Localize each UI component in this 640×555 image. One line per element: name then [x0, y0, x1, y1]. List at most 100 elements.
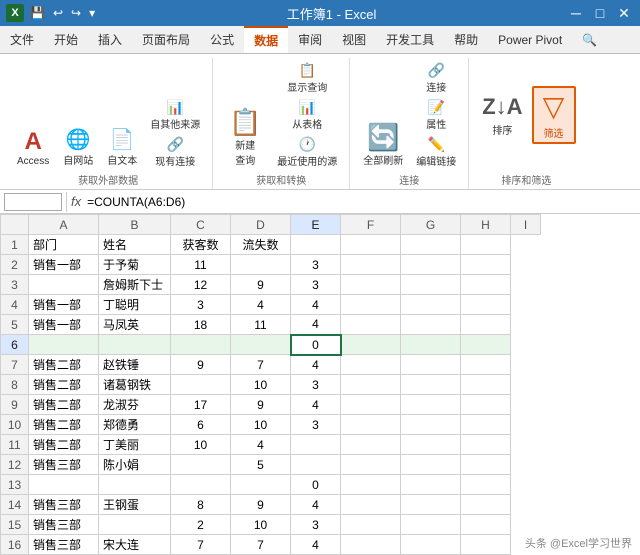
connections-btn[interactable]: 🔗连接	[412, 60, 460, 96]
redo-quick-btn[interactable]: ↪	[69, 5, 83, 21]
cell-B7[interactable]: 赵铁锤	[99, 355, 171, 375]
cell-blank-8-7[interactable]	[461, 375, 511, 395]
cell-blank-15-5[interactable]	[341, 515, 401, 535]
cell-B9[interactable]: 龙淑芬	[99, 395, 171, 415]
cell-blank-10-6[interactable]	[401, 415, 461, 435]
cell-E12[interactable]	[291, 455, 341, 475]
cell-blank-16-5[interactable]	[341, 535, 401, 555]
cell-B5[interactable]: 马凤英	[99, 315, 171, 335]
cell-C16[interactable]: 7	[171, 535, 231, 555]
cell-C7[interactable]: 9	[171, 355, 231, 375]
col-header-G[interactable]: G	[401, 215, 461, 235]
cell-B10[interactable]: 郑德勇	[99, 415, 171, 435]
ribbon-tab-视图[interactable]: 视图	[332, 26, 376, 53]
cell-E7[interactable]: 4	[291, 355, 341, 375]
col-header-E[interactable]: E	[291, 215, 341, 235]
spreadsheet[interactable]: ABCDEFGHI1部门姓名获客数流失数2销售一部于予菊1133詹姆斯下士129…	[0, 214, 541, 555]
save-quick-btn[interactable]: 💾	[28, 5, 47, 21]
cell-C6[interactable]	[171, 335, 231, 355]
col-header-F[interactable]: F	[341, 215, 401, 235]
cell-E2[interactable]: 3	[291, 255, 341, 275]
access-btn[interactable]: A Access	[12, 127, 54, 170]
cell-blank-3-7[interactable]	[461, 275, 511, 295]
cell-blank-5-6[interactable]	[401, 315, 461, 335]
cell-A9[interactable]: 销售二部	[29, 395, 99, 415]
undo-quick-btn[interactable]: ↩	[51, 5, 65, 21]
cell-D3[interactable]: 9	[231, 275, 291, 295]
cell-blank-9-7[interactable]	[461, 395, 511, 415]
ribbon-tab-帮助[interactable]: 帮助	[444, 26, 488, 53]
cell-D4[interactable]: 4	[231, 295, 291, 315]
cell-blank-11-6[interactable]	[401, 435, 461, 455]
cell-blank-12-6[interactable]	[401, 455, 461, 475]
row-number-10[interactable]: 10	[1, 415, 29, 435]
cell-blank-6-5[interactable]	[341, 335, 401, 355]
cell-A3[interactable]	[29, 275, 99, 295]
cell-C9[interactable]: 17	[171, 395, 231, 415]
col-header-I[interactable]: I	[511, 215, 541, 235]
cell-blank-11-5[interactable]	[341, 435, 401, 455]
cell-D15[interactable]: 10	[231, 515, 291, 535]
web-btn[interactable]: 🌐 自网站	[58, 127, 98, 170]
row-number-1[interactable]: 1	[1, 235, 29, 255]
cell-C2[interactable]: 11	[171, 255, 231, 275]
window-controls[interactable]: ─ □ ✕	[560, 0, 640, 26]
cell-A16[interactable]: 销售三部	[29, 535, 99, 555]
col-header-D[interactable]: D	[231, 215, 291, 235]
row-number-9[interactable]: 9	[1, 395, 29, 415]
cell-blank-16-6[interactable]	[401, 535, 461, 555]
cell-A15[interactable]: 销售三部	[29, 515, 99, 535]
cell-B1[interactable]: 姓名	[99, 235, 171, 255]
quick-access-toolbar[interactable]: X 💾 ↩ ↪ ▾	[0, 0, 103, 26]
cell-blank-5-5[interactable]	[341, 315, 401, 335]
cell-B14[interactable]: 王钢蛋	[99, 495, 171, 515]
cell-A1[interactable]: 部门	[29, 235, 99, 255]
cell-E1[interactable]	[291, 235, 341, 255]
ribbon-tab-页面布局[interactable]: 页面布局	[132, 26, 200, 53]
row-number-13[interactable]: 13	[1, 475, 29, 495]
row-number-3[interactable]: 3	[1, 275, 29, 295]
cell-D12[interactable]: 5	[231, 455, 291, 475]
cell-E10[interactable]: 3	[291, 415, 341, 435]
close-btn[interactable]: ✕	[614, 5, 634, 22]
cell-D11[interactable]: 4	[231, 435, 291, 455]
cell-blank-13-7[interactable]	[461, 475, 511, 495]
cell-B15[interactable]	[99, 515, 171, 535]
formula-input[interactable]	[87, 195, 636, 209]
cell-E6[interactable]: 0	[291, 335, 341, 355]
cell-blank-2-5[interactable]	[341, 255, 401, 275]
cell-blank-8-5[interactable]	[341, 375, 401, 395]
cell-C8[interactable]	[171, 375, 231, 395]
cell-D5[interactable]: 11	[231, 315, 291, 335]
cell-blank-10-7[interactable]	[461, 415, 511, 435]
cell-blank-4-6[interactable]	[401, 295, 461, 315]
cell-blank-5-7[interactable]	[461, 315, 511, 335]
row-number-11[interactable]: 11	[1, 435, 29, 455]
col-header-row[interactable]	[1, 215, 29, 235]
cell-B13[interactable]	[99, 475, 171, 495]
cell-A4[interactable]: 销售一部	[29, 295, 99, 315]
sort-az-btn[interactable]: Z↓A 排序	[477, 91, 527, 140]
from-table-btn[interactable]: 📊从表格	[273, 97, 341, 133]
row-number-8[interactable]: 8	[1, 375, 29, 395]
cell-blank-2-7[interactable]	[461, 255, 511, 275]
cell-E9[interactable]: 4	[291, 395, 341, 415]
cell-C15[interactable]: 2	[171, 515, 231, 535]
cell-A8[interactable]: 销售二部	[29, 375, 99, 395]
cell-blank-7-6[interactable]	[401, 355, 461, 375]
row-number-2[interactable]: 2	[1, 255, 29, 275]
text-btn[interactable]: 📄 自文本	[102, 127, 142, 170]
cell-B3[interactable]: 詹姆斯下士	[99, 275, 171, 295]
row-number-6[interactable]: 6	[1, 335, 29, 355]
ribbon-tab-开始[interactable]: 开始	[44, 26, 88, 53]
cell-blank-7-5[interactable]	[341, 355, 401, 375]
cell-C5[interactable]: 18	[171, 315, 231, 335]
cell-E5[interactable]: 4	[291, 315, 341, 335]
cell-C11[interactable]: 10	[171, 435, 231, 455]
existing-conn-btn[interactable]: 🔗现有连接	[146, 134, 204, 170]
row-number-7[interactable]: 7	[1, 355, 29, 375]
ribbon-tab-Power Pivot[interactable]: Power Pivot	[488, 26, 572, 53]
cell-A6[interactable]	[29, 335, 99, 355]
cell-blank-2-6[interactable]	[401, 255, 461, 275]
cell-A14[interactable]: 销售三部	[29, 495, 99, 515]
